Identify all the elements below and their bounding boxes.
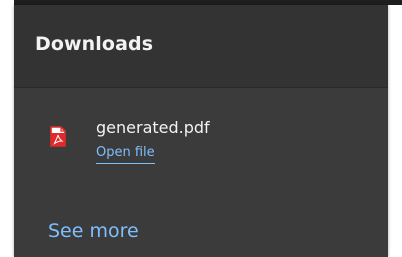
panel-title: Downloads [35,33,154,55]
download-item[interactable]: generated.pdf Open file [14,88,388,188]
pdf-file-icon [50,126,66,147]
downloads-header: Downloads [14,5,388,88]
see-more-link[interactable]: See more [48,220,139,242]
open-file-link[interactable]: Open file [96,145,155,164]
downloads-panel: Downloads generated.pdf Open file See mo… [14,5,388,257]
download-filename: generated.pdf [96,118,210,137]
